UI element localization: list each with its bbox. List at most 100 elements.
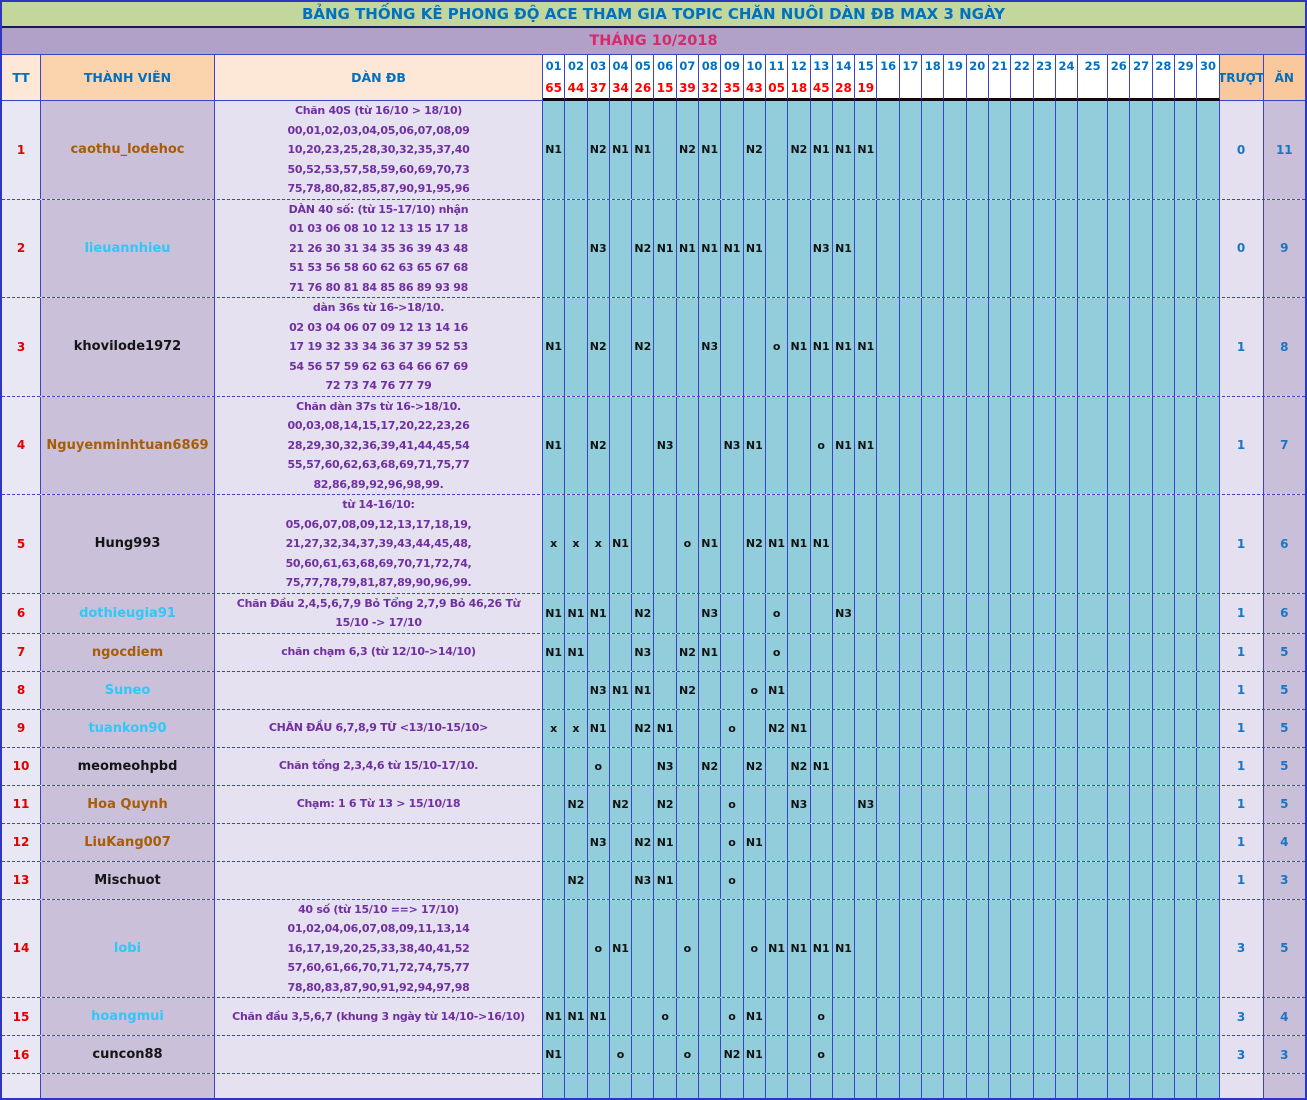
day-cell[interactable] bbox=[1056, 594, 1078, 633]
day-cell[interactable] bbox=[1197, 101, 1219, 199]
day-cell[interactable] bbox=[1175, 101, 1197, 199]
member-name[interactable]: caothu_lodehoc bbox=[41, 101, 215, 199]
day-cell[interactable] bbox=[811, 672, 833, 709]
day-cell[interactable] bbox=[922, 298, 944, 396]
day-cell[interactable]: N2 bbox=[610, 786, 632, 823]
day-cell[interactable] bbox=[1034, 900, 1056, 998]
day-cell[interactable]: N2 bbox=[632, 200, 654, 298]
day-cell[interactable] bbox=[1153, 672, 1175, 709]
day-cell[interactable] bbox=[632, 748, 654, 785]
day-cell[interactable]: N1 bbox=[654, 710, 676, 747]
day-cell[interactable]: x bbox=[565, 495, 587, 593]
day-cell[interactable] bbox=[1197, 710, 1219, 747]
day-cell[interactable] bbox=[788, 672, 810, 709]
day-cell[interactable]: N3 bbox=[833, 594, 855, 633]
day-cell[interactable] bbox=[944, 298, 966, 396]
day-cell[interactable] bbox=[766, 397, 788, 495]
day-cell[interactable] bbox=[944, 1036, 966, 1073]
day-cell[interactable] bbox=[1056, 900, 1078, 998]
day-cell[interactable] bbox=[1078, 824, 1108, 861]
day-cell[interactable] bbox=[1175, 710, 1197, 747]
day-cell[interactable] bbox=[922, 495, 944, 593]
day-cell[interactable]: N2 bbox=[721, 1036, 743, 1073]
member-name[interactable]: LiuKang007 bbox=[41, 824, 215, 861]
day-cell[interactable] bbox=[1034, 862, 1056, 899]
day-cell[interactable] bbox=[677, 298, 699, 396]
day-cell[interactable] bbox=[1175, 824, 1197, 861]
day-cell[interactable] bbox=[900, 397, 922, 495]
day-cell[interactable]: N1 bbox=[811, 748, 833, 785]
day-cell[interactable] bbox=[1175, 900, 1197, 998]
day-cell[interactable] bbox=[1078, 200, 1108, 298]
day-cell[interactable] bbox=[744, 634, 766, 671]
day-cell[interactable] bbox=[967, 298, 989, 396]
day-cell[interactable]: o bbox=[811, 397, 833, 495]
day-cell[interactable]: N3 bbox=[699, 298, 721, 396]
member-name[interactable]: cuncon88 bbox=[41, 1036, 215, 1073]
day-cell[interactable] bbox=[610, 824, 632, 861]
day-cell[interactable] bbox=[744, 594, 766, 633]
day-cell[interactable]: N2 bbox=[677, 634, 699, 671]
day-cell[interactable] bbox=[967, 824, 989, 861]
day-cell[interactable] bbox=[833, 786, 855, 823]
day-cell[interactable] bbox=[877, 824, 899, 861]
day-cell[interactable] bbox=[967, 862, 989, 899]
day-cell[interactable]: N1 bbox=[721, 200, 743, 298]
day-cell[interactable]: x bbox=[588, 495, 610, 593]
day-cell[interactable] bbox=[922, 998, 944, 1035]
day-cell[interactable] bbox=[855, 1036, 877, 1073]
day-cell[interactable] bbox=[1130, 200, 1152, 298]
day-cell[interactable] bbox=[677, 594, 699, 633]
day-cell[interactable] bbox=[1130, 748, 1152, 785]
day-cell[interactable] bbox=[967, 998, 989, 1035]
day-cell[interactable] bbox=[967, 710, 989, 747]
day-cell[interactable] bbox=[1011, 397, 1033, 495]
day-cell[interactable] bbox=[543, 786, 565, 823]
day-cell[interactable] bbox=[967, 594, 989, 633]
day-cell[interactable] bbox=[922, 786, 944, 823]
member-name[interactable]: lieuannhieu bbox=[41, 200, 215, 298]
day-cell[interactable] bbox=[944, 786, 966, 823]
day-cell[interactable] bbox=[900, 710, 922, 747]
day-cell[interactable] bbox=[1011, 101, 1033, 199]
day-cell[interactable] bbox=[1011, 786, 1033, 823]
day-cell[interactable]: N1 bbox=[677, 200, 699, 298]
day-cell[interactable] bbox=[565, 672, 587, 709]
day-cell[interactable] bbox=[989, 634, 1011, 671]
day-cell[interactable]: o bbox=[677, 495, 699, 593]
day-cell[interactable] bbox=[766, 1036, 788, 1073]
day-cell[interactable] bbox=[877, 594, 899, 633]
member-name[interactable]: Mischuot bbox=[41, 862, 215, 899]
day-cell[interactable]: N1 bbox=[543, 397, 565, 495]
day-cell[interactable]: N3 bbox=[588, 672, 610, 709]
day-cell[interactable] bbox=[1056, 634, 1078, 671]
day-cell[interactable]: N3 bbox=[699, 594, 721, 633]
day-cell[interactable] bbox=[1130, 786, 1152, 823]
day-cell[interactable]: N3 bbox=[811, 200, 833, 298]
day-cell[interactable] bbox=[1034, 495, 1056, 593]
day-cell[interactable]: N2 bbox=[632, 594, 654, 633]
day-cell[interactable] bbox=[989, 298, 1011, 396]
day-cell[interactable] bbox=[1153, 824, 1175, 861]
day-cell[interactable] bbox=[922, 862, 944, 899]
day-cell[interactable] bbox=[900, 1036, 922, 1073]
day-cell[interactable] bbox=[1078, 748, 1108, 785]
day-cell[interactable] bbox=[1108, 824, 1130, 861]
day-cell[interactable] bbox=[967, 748, 989, 785]
day-cell[interactable]: N1 bbox=[811, 900, 833, 998]
day-cell[interactable]: N1 bbox=[766, 900, 788, 998]
member-name[interactable]: khovilode1972 bbox=[41, 298, 215, 396]
day-cell[interactable] bbox=[944, 998, 966, 1035]
day-cell[interactable] bbox=[654, 298, 676, 396]
day-cell[interactable] bbox=[766, 748, 788, 785]
day-cell[interactable] bbox=[1108, 786, 1130, 823]
day-cell[interactable]: o bbox=[610, 1036, 632, 1073]
day-cell[interactable]: N1 bbox=[654, 824, 676, 861]
day-cell[interactable] bbox=[1078, 101, 1108, 199]
day-cell[interactable] bbox=[944, 634, 966, 671]
day-cell[interactable] bbox=[967, 1036, 989, 1073]
day-cell[interactable] bbox=[1175, 200, 1197, 298]
day-cell[interactable] bbox=[1130, 397, 1152, 495]
member-name[interactable]: ngocdiem bbox=[41, 634, 215, 671]
day-cell[interactable] bbox=[766, 200, 788, 298]
